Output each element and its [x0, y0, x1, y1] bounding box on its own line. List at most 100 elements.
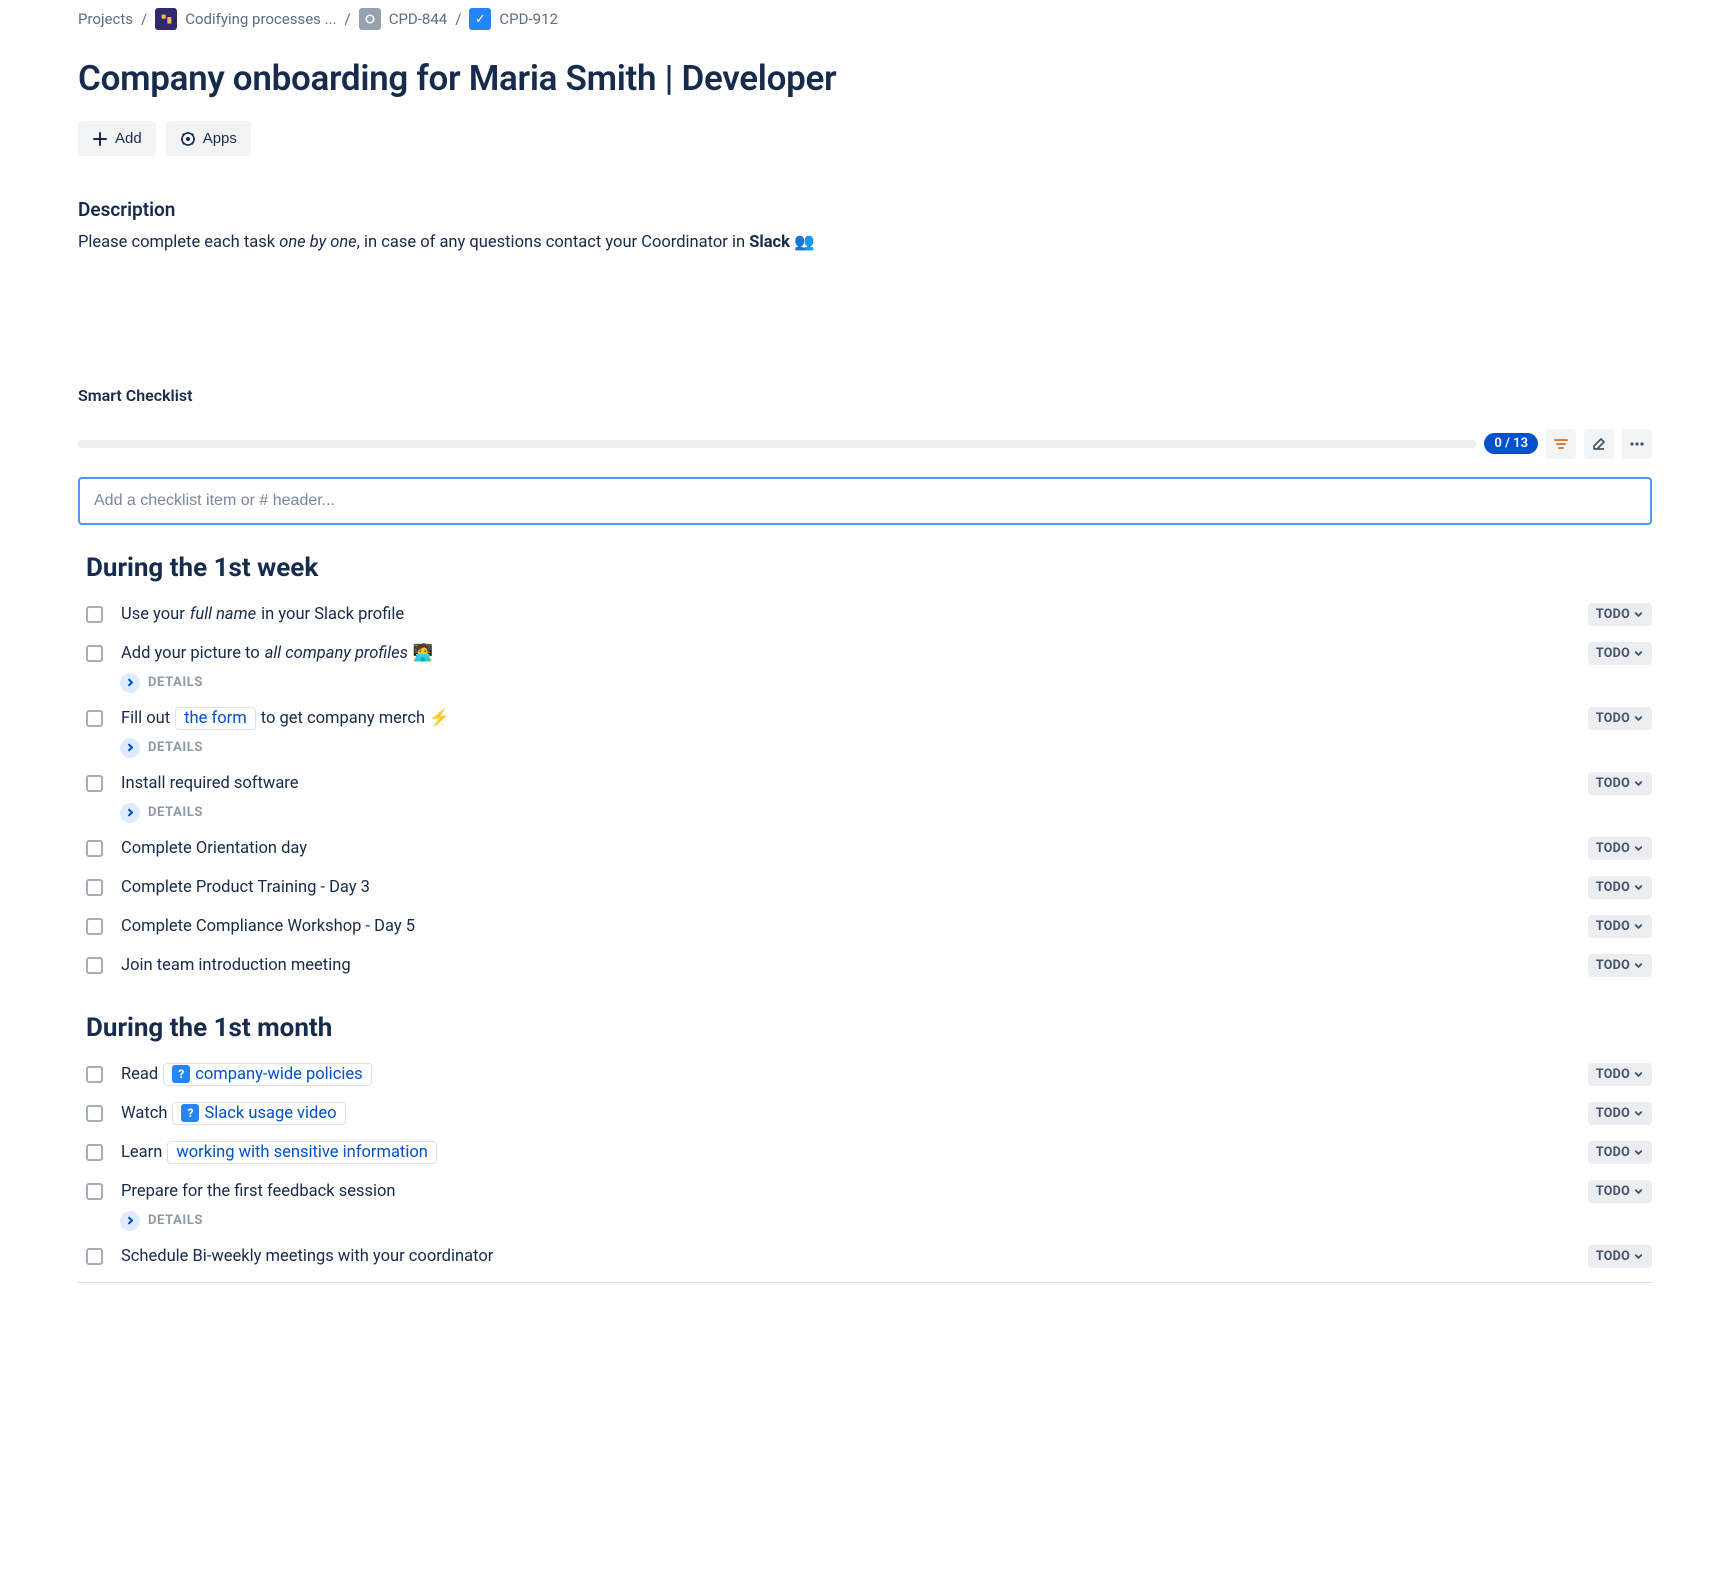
checklist-item-text[interactable]: Complete Orientation day	[121, 839, 1588, 858]
checklist-item-text[interactable]: Prepare for the first feedback session	[121, 1182, 1588, 1201]
checklist-group-header: During the 1st month	[86, 1013, 1652, 1043]
checklist-item-text[interactable]: Install required software	[121, 774, 1588, 793]
checklist-item: Watch ?Slack usage videoTODO	[78, 1094, 1652, 1133]
apps-button[interactable]: Apps	[166, 121, 251, 156]
top-actions: Add Apps	[78, 121, 1652, 156]
desc-part: , in case of any questions contact your …	[357, 233, 750, 252]
desc-em: one by one	[279, 233, 356, 252]
checkbox[interactable]	[86, 918, 103, 935]
checklist-item: Schedule Bi-weekly meetings with your co…	[78, 1237, 1652, 1276]
filter-icon	[1553, 436, 1569, 452]
status-badge[interactable]: TODO	[1588, 772, 1652, 795]
page-title: Company onboarding for Maria Smith | Dev…	[78, 58, 1652, 99]
status-badge[interactable]: TODO	[1588, 837, 1652, 860]
checkbox[interactable]	[86, 1066, 103, 1083]
status-badge[interactable]: TODO	[1588, 1245, 1652, 1268]
details-label: DETAILS	[148, 1213, 203, 1228]
checklist-item-text[interactable]: Complete Compliance Workshop - Day 5	[121, 917, 1588, 936]
checklist-item-text[interactable]: Use your full name in your Slack profile	[121, 605, 1588, 624]
status-badge[interactable]: TODO	[1588, 954, 1652, 977]
link-chip[interactable]: ?company-wide policies	[163, 1063, 371, 1086]
details-toggle[interactable]: DETAILS	[120, 1211, 1652, 1231]
status-badge[interactable]: TODO	[1588, 915, 1652, 938]
progress-badge: 0 / 13	[1484, 433, 1538, 454]
checklist-group-header: During the 1st week	[86, 553, 1652, 583]
checkbox[interactable]	[86, 879, 103, 896]
checklist-item-text[interactable]: Watch ?Slack usage video	[121, 1102, 1588, 1125]
breadcrumb-epic[interactable]: CPD-844	[359, 8, 448, 30]
desc-emoji: 👥	[790, 233, 815, 252]
checklist-item: Complete Orientation dayTODO	[78, 829, 1652, 868]
status-badge[interactable]: TODO	[1588, 1180, 1652, 1203]
checklist-item-text[interactable]: Join team introduction meeting	[121, 956, 1588, 975]
details-toggle[interactable]: DETAILS	[120, 673, 1652, 693]
checkbox[interactable]	[86, 840, 103, 857]
checkbox[interactable]	[86, 1144, 103, 1161]
chevron-right-icon	[120, 1211, 140, 1231]
breadcrumb: Projects / Codifying processes ... / CPD…	[78, 0, 1652, 30]
checkbox[interactable]	[86, 606, 103, 623]
status-badge[interactable]: TODO	[1588, 603, 1652, 626]
checklist-item-text[interactable]: Read ?company-wide policies	[121, 1063, 1588, 1086]
status-badge[interactable]: TODO	[1588, 1063, 1652, 1086]
chevron-right-icon	[120, 738, 140, 758]
chevron-right-icon	[120, 803, 140, 823]
checklist-item: Use your full name in your Slack profile…	[78, 595, 1652, 634]
status-badge[interactable]: TODO	[1588, 642, 1652, 665]
add-button[interactable]: Add	[78, 121, 156, 156]
smart-checklist-label: Smart Checklist	[78, 386, 1652, 405]
breadcrumb-separator: /	[141, 10, 147, 28]
link-chip[interactable]: the form	[175, 707, 256, 730]
link-chip[interactable]: ?Slack usage video	[172, 1102, 345, 1125]
checklist-item: Complete Compliance Workshop - Day 5TODO	[78, 907, 1652, 946]
details-toggle[interactable]: DETAILS	[120, 803, 1652, 823]
description-text[interactable]: Please complete each task one by one, in…	[78, 231, 1652, 256]
status-badge[interactable]: TODO	[1588, 1141, 1652, 1164]
plus-icon	[92, 131, 108, 147]
checkbox[interactable]	[86, 1183, 103, 1200]
checklist-item: Complete Product Training - Day 3TODO	[78, 868, 1652, 907]
project-icon	[155, 8, 177, 30]
checkbox[interactable]	[86, 645, 103, 662]
progress-bar	[78, 440, 1476, 448]
status-badge[interactable]: TODO	[1588, 1102, 1652, 1125]
more-icon	[1629, 436, 1645, 452]
description-label: Description	[78, 198, 1652, 221]
breadcrumb-issue[interactable]: ✓ CPD-912	[469, 8, 558, 30]
status-badge[interactable]: TODO	[1588, 876, 1652, 899]
checkbox[interactable]	[86, 710, 103, 727]
breadcrumb-issue-label: CPD-912	[499, 10, 558, 28]
checklist-item-text[interactable]: Complete Product Training - Day 3	[121, 878, 1588, 897]
add-checklist-input[interactable]	[78, 477, 1652, 525]
checklist-item-text[interactable]: Add your picture to all company profiles…	[121, 644, 1588, 663]
checklist-item-text[interactable]: Fill out the form to get company merch ⚡	[121, 707, 1588, 730]
checklist-item-text[interactable]: Learn working with sensitive information	[121, 1141, 1588, 1164]
progress-row: 0 / 13	[78, 429, 1652, 459]
checkbox[interactable]	[86, 1105, 103, 1122]
checklist-item: Join team introduction meetingTODO	[78, 946, 1652, 985]
breadcrumb-projects[interactable]: Projects	[78, 10, 133, 28]
breadcrumb-separator: /	[455, 10, 461, 28]
details-label: DETAILS	[148, 740, 203, 755]
link-chip[interactable]: working with sensitive information	[167, 1141, 437, 1164]
more-button[interactable]	[1622, 429, 1652, 459]
filter-button[interactable]	[1546, 429, 1576, 459]
breadcrumb-project[interactable]: Codifying processes ...	[155, 8, 336, 30]
details-toggle[interactable]: DETAILS	[120, 738, 1652, 758]
breadcrumb-separator: /	[345, 10, 351, 28]
checkbox[interactable]	[86, 957, 103, 974]
epic-icon	[359, 8, 381, 30]
bottom-divider	[78, 1282, 1652, 1283]
checkbox[interactable]	[86, 1248, 103, 1265]
checklist-item: Install required softwareTODO	[78, 764, 1652, 803]
edit-button[interactable]	[1584, 429, 1614, 459]
checkbox[interactable]	[86, 775, 103, 792]
edit-icon	[1591, 436, 1607, 452]
checklist-item: Add your picture to all company profiles…	[78, 634, 1652, 673]
desc-part: Please complete each task	[78, 233, 279, 252]
details-label: DETAILS	[148, 805, 203, 820]
checklist-item-text[interactable]: Schedule Bi-weekly meetings with your co…	[121, 1247, 1588, 1266]
confluence-icon: ?	[181, 1104, 199, 1122]
add-button-label: Add	[115, 130, 142, 147]
status-badge[interactable]: TODO	[1588, 707, 1652, 730]
